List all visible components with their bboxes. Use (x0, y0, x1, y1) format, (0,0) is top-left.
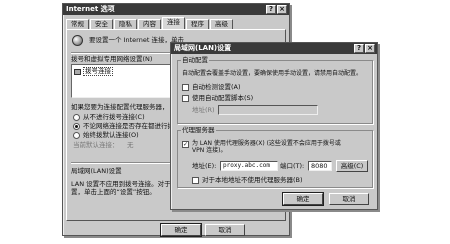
cancel-button[interactable]: 取消 (205, 224, 245, 236)
tab-advanced[interactable]: 高级 (210, 19, 233, 29)
lan-settings-titlebar: 局域网(LAN)设置 ? × (171, 43, 377, 54)
current-default-value: 无 (127, 141, 134, 149)
radio-never-dial-label: 从不进行拨号连接(C) (83, 113, 145, 121)
connection-icon (74, 68, 81, 75)
tab-connections[interactable]: 连接 (162, 17, 185, 29)
auto-config-description: 自动配置会覆盖手动设置，要确保使用手动设置，请禁用自动配置。 (182, 70, 363, 77)
advanced-button[interactable]: 高级(C) (336, 160, 368, 172)
list-item-label: 拨号连接 (83, 67, 113, 76)
internet-options-title: Internet 选项 (66, 5, 115, 13)
tab-strip: 常规 安全 隐私 内容 连接 程序 高级 (66, 17, 234, 29)
dialup-connections-list[interactable]: 拨号连接 (71, 64, 171, 98)
ok-button[interactable]: 确定 (160, 223, 202, 237)
proxy-address-value: proxy.abc.com (223, 162, 270, 169)
divider (71, 52, 171, 54)
help-title-button[interactable]: ? (266, 5, 276, 14)
proxy-address-label: 地址(E): (192, 162, 217, 170)
auto-config-heading: 自动配置 (182, 56, 208, 64)
radio-never-dial[interactable] (73, 114, 80, 121)
divider (71, 162, 171, 164)
proxy-port-field[interactable]: 8080 (308, 161, 332, 171)
proxy-hint-text: 如果您要为连接配置代理服务器， (71, 103, 169, 111)
help-title-button[interactable]: ? (354, 44, 364, 53)
proxy-port-value: 8080 (311, 162, 328, 170)
proxy-address-field[interactable]: proxy.abc.com (220, 161, 278, 171)
current-default-label: 当前默认连接： (73, 141, 119, 149)
radio-always-dial-label: 始终拨默认连接(O) (83, 131, 139, 139)
use-proxy-checkbox[interactable]: ✓ (182, 141, 189, 148)
auto-detect-label: 自动检测设置(A) (192, 83, 241, 91)
auto-config-group: 自动配置 自动配置会覆盖手动设置，要确保使用手动设置，请禁用自动配置。 自动检测… (177, 57, 373, 124)
lan-settings-dialog: 局域网(LAN)设置 ? × 自动配置 自动配置会覆盖手动设置，要确保使用手动设… (170, 42, 378, 210)
auto-script-checkbox[interactable] (182, 95, 189, 102)
close-title-button[interactable]: × (277, 5, 287, 14)
list-item[interactable]: 拨号连接 (74, 67, 113, 76)
proxy-server-heading: 代理服务器 (182, 126, 215, 134)
lan-settings-text-line1: LAN 设置不应用到拨号连接。对于 (71, 180, 171, 188)
tab-general[interactable]: 常规 (66, 19, 89, 29)
proxy-port-label: 端口(T): (280, 162, 305, 170)
lan-settings-text-line2: 置，单击上面的“设置”按钮。 (71, 188, 156, 196)
bypass-local-checkbox[interactable] (192, 177, 199, 184)
bypass-local-label: 对于本地地址不使用代理服务器(B) (202, 176, 303, 184)
auto-script-label: 使用自动配置脚本(S) (192, 94, 254, 102)
dialup-heading: 拨号和虚拟专用网络设置(N) (71, 55, 153, 63)
lan-settings-title: 局域网(LAN)设置 (174, 44, 232, 52)
script-address-label: 地址(R) (192, 106, 215, 114)
tab-programs[interactable]: 程序 (186, 19, 209, 29)
tab-security[interactable]: 安全 (90, 19, 113, 29)
tab-content[interactable]: 内容 (138, 19, 161, 29)
script-address-field[interactable] (218, 105, 318, 115)
internet-options-titlebar: Internet 选项 ? × (63, 4, 289, 15)
ok-button[interactable]: 确定 (282, 192, 324, 206)
lan-settings-heading: 局域网(LAN)设置 (71, 167, 122, 175)
use-proxy-label-line2: VPN 连接)。 (192, 147, 227, 154)
tab-privacy[interactable]: 隐私 (114, 19, 137, 29)
auto-detect-checkbox[interactable] (182, 84, 189, 91)
close-title-button[interactable]: × (365, 44, 375, 53)
cancel-button[interactable]: 取消 (329, 193, 369, 205)
globe-icon (72, 35, 83, 46)
proxy-server-group: 代理服务器 ✓ 为 LAN 使用代理服务器(X) (这些设置不会应用于拨号或 V… (177, 127, 373, 188)
radio-dial-when-no-network[interactable] (73, 123, 80, 130)
radio-always-dial[interactable] (73, 132, 80, 139)
